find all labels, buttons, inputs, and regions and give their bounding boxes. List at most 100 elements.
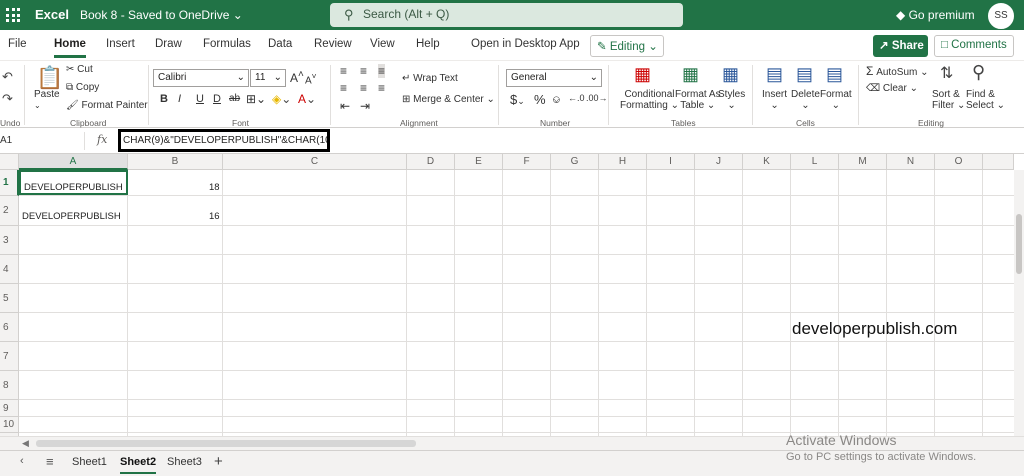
number-format-select[interactable]: General ⌄ bbox=[506, 69, 602, 87]
undo-icon[interactable]: ↶ bbox=[2, 69, 13, 85]
align-middle-icon[interactable]: ≡ bbox=[360, 64, 367, 78]
decrease-decimal-icon[interactable]: .00→ bbox=[586, 93, 608, 103]
tab-formulas[interactable]: Formulas bbox=[203, 38, 251, 50]
column-header[interactable]: E bbox=[455, 154, 503, 170]
sort-filter-button[interactable]: Sort & Filter ⌄ bbox=[932, 89, 965, 111]
scroll-left-icon[interactable]: ◀ bbox=[22, 438, 29, 449]
scrollbar-thumb[interactable] bbox=[1016, 214, 1022, 274]
column-header[interactable]: C bbox=[223, 154, 407, 170]
go-premium-link[interactable]: ◆ Go premium bbox=[896, 8, 975, 22]
column-header[interactable]: B bbox=[128, 154, 223, 170]
fill-color-icon[interactable]: ◈⌄ bbox=[272, 92, 291, 106]
column-header[interactable]: J bbox=[695, 154, 743, 170]
tab-view[interactable]: View bbox=[370, 38, 395, 50]
wrap-text-button[interactable]: ↵ Wrap Text bbox=[402, 73, 458, 84]
fx-icon[interactable]: fx bbox=[97, 133, 107, 146]
styles-icon[interactable]: ▦ bbox=[722, 64, 739, 85]
tab-draw[interactable]: Draw bbox=[155, 38, 182, 50]
cell-b2[interactable]: 16 bbox=[209, 211, 220, 222]
column-header[interactable]: F bbox=[503, 154, 551, 170]
conditional-formatting-icon[interactable]: ▦ bbox=[634, 64, 651, 85]
format-cells-icon[interactable]: ▤ bbox=[826, 64, 843, 85]
column-header[interactable]: O bbox=[935, 154, 983, 170]
search-box[interactable]: ⚲ Search (Alt + Q) bbox=[330, 3, 683, 27]
row-header[interactable]: 4 bbox=[0, 255, 19, 284]
column-header[interactable]: A bbox=[19, 154, 128, 170]
row-header[interactable]: 2 bbox=[0, 196, 19, 226]
tab-insert[interactable]: Insert bbox=[106, 38, 135, 50]
tab-file[interactable]: File bbox=[8, 38, 27, 50]
row-header[interactable]: 1 bbox=[0, 170, 19, 196]
sort-filter-icon[interactable]: ⇅ bbox=[940, 63, 953, 83]
scrollbar-thumb[interactable] bbox=[36, 440, 416, 447]
select-all-corner[interactable] bbox=[0, 154, 19, 170]
sheet-tab-sheet3[interactable]: Sheet3 bbox=[167, 456, 202, 468]
avatar[interactable]: SS bbox=[988, 3, 1014, 29]
tab-review[interactable]: Review bbox=[314, 38, 352, 50]
column-header[interactable] bbox=[983, 154, 1014, 170]
clear-button[interactable]: ⌫ Clear ⌄ bbox=[866, 83, 918, 94]
conditional-formatting-button[interactable]: Conditional Formatting ⌄ bbox=[620, 89, 679, 111]
row-header[interactable]: 7 bbox=[0, 342, 19, 371]
column-header[interactable]: G bbox=[551, 154, 599, 170]
column-header[interactable]: M bbox=[839, 154, 887, 170]
column-header[interactable]: K bbox=[743, 154, 791, 170]
double-underline-button[interactable]: D bbox=[213, 93, 221, 105]
underline-button[interactable]: U bbox=[196, 93, 204, 105]
column-header[interactable]: D bbox=[407, 154, 455, 170]
format-cells-button[interactable]: Format ⌄ bbox=[820, 89, 852, 111]
name-box[interactable]: A1 bbox=[0, 132, 85, 150]
insert-cells-icon[interactable]: ▤ bbox=[766, 64, 783, 85]
comma-style-icon[interactable]: ⎉ bbox=[552, 94, 561, 107]
format-painter-button[interactable]: 🖌 Format Painter bbox=[66, 100, 148, 111]
row-header[interactable]: 8 bbox=[0, 371, 19, 400]
italic-button[interactable]: I bbox=[178, 93, 181, 105]
tab-data[interactable]: Data bbox=[268, 38, 292, 50]
align-right-icon[interactable]: ≡ bbox=[378, 81, 385, 95]
find-icon[interactable]: ⚲ bbox=[972, 62, 985, 83]
align-center-icon[interactable]: ≡ bbox=[360, 81, 367, 95]
delete-cells-icon[interactable]: ▤ bbox=[796, 64, 813, 85]
paste-button[interactable]: Paste bbox=[34, 89, 60, 100]
column-header[interactable]: N bbox=[887, 154, 935, 170]
align-bottom-icon[interactable]: ≡ bbox=[378, 64, 386, 78]
font-color-icon[interactable]: A⌄ bbox=[298, 92, 316, 106]
column-header[interactable]: I bbox=[647, 154, 695, 170]
cut-button[interactable]: ✂ Cut bbox=[66, 64, 93, 75]
comments-button[interactable]: □ Comments bbox=[934, 35, 1014, 57]
cell-b1[interactable]: 18 bbox=[209, 182, 220, 193]
autosum-button[interactable]: Σ AutoSum ⌄ bbox=[866, 64, 929, 78]
add-sheet-icon[interactable]: + bbox=[214, 453, 223, 470]
row-header[interactable]: 10 bbox=[0, 417, 19, 433]
font-name-select[interactable]: Calibri ⌄ bbox=[153, 69, 249, 87]
column-header[interactable]: H bbox=[599, 154, 647, 170]
row-header[interactable]: 6 bbox=[0, 313, 19, 342]
insert-cells-button[interactable]: Insert ⌄ bbox=[762, 89, 787, 111]
decrease-indent-icon[interactable]: ⇤ bbox=[340, 99, 350, 113]
sheet-tab-sheet2[interactable]: Sheet2 bbox=[120, 456, 157, 474]
editing-mode-button[interactable]: ✎ Editing ⌄ bbox=[590, 35, 664, 57]
increase-font-icon[interactable]: A˄ bbox=[290, 69, 304, 85]
delete-cells-button[interactable]: Delete ⌄ bbox=[791, 89, 820, 111]
redo-icon[interactable]: ↷ bbox=[2, 91, 13, 107]
column-header[interactable]: L bbox=[791, 154, 839, 170]
row-header[interactable]: 3 bbox=[0, 226, 19, 255]
strikethrough-button[interactable]: ab bbox=[229, 93, 240, 104]
app-name[interactable]: Excel bbox=[35, 7, 69, 22]
spreadsheet-grid[interactable]: A B C D E F G H I J K L M N O 1 2 3 4 5 … bbox=[0, 154, 1024, 450]
styles-button[interactable]: Styles ⌄ bbox=[718, 89, 745, 111]
copy-button[interactable]: ⧉ Copy bbox=[66, 82, 99, 93]
format-as-table-button[interactable]: Format As Table ⌄ bbox=[675, 89, 721, 111]
align-left-icon[interactable]: ≡ bbox=[340, 81, 347, 95]
merge-center-button[interactable]: ⊞ Merge & Center ⌄ bbox=[402, 94, 495, 105]
open-desktop-app-link[interactable]: Open in Desktop App bbox=[471, 38, 580, 50]
all-sheets-menu-icon[interactable]: ≡ bbox=[46, 454, 54, 469]
format-as-table-icon[interactable]: ▦ bbox=[682, 64, 699, 85]
document-name[interactable]: Book 8 - Saved to OneDrive ⌄ bbox=[80, 8, 243, 22]
find-select-button[interactable]: Find & Select ⌄ bbox=[966, 89, 1005, 111]
borders-icon[interactable]: ⊞⌄ bbox=[246, 92, 266, 106]
increase-indent-icon[interactable]: ⇥ bbox=[360, 99, 370, 113]
font-size-select[interactable]: 11 ⌄ bbox=[250, 69, 286, 87]
tab-home[interactable]: Home bbox=[54, 38, 86, 58]
scroll-sheets-icon[interactable]: ‹ bbox=[20, 455, 24, 467]
